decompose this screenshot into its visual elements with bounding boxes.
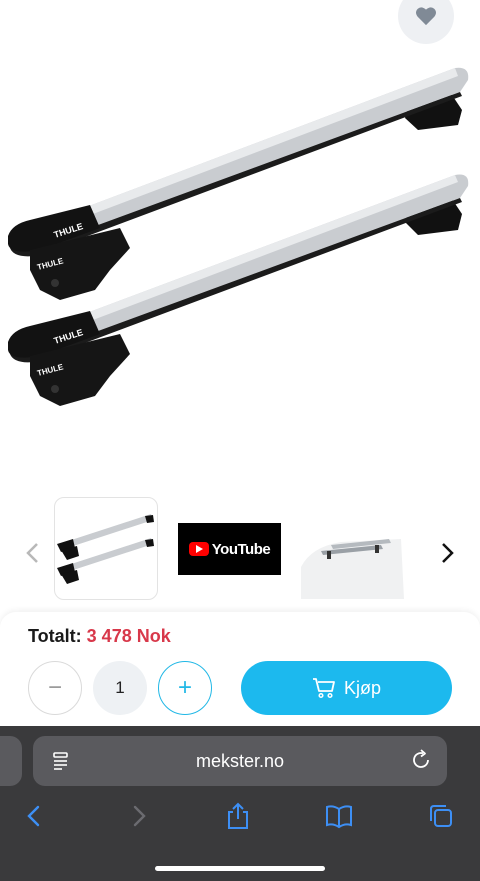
- thumbnail-roof-bars[interactable]: [54, 497, 158, 600]
- total-price: Totalt: 3 478 Nok: [28, 626, 171, 647]
- tabs-icon[interactable]: [426, 801, 456, 831]
- heart-icon: [416, 7, 436, 26]
- address-bar-url[interactable]: mekster.no: [33, 736, 447, 786]
- quantity-field[interactable]: 1: [93, 661, 147, 715]
- forward-icon[interactable]: [123, 801, 153, 831]
- total-value: 3 478 Nok: [86, 626, 171, 646]
- youtube-logo: YouTube: [188, 540, 271, 558]
- minus-icon: −: [47, 674, 62, 701]
- home-indicator: [155, 866, 325, 871]
- youtube-label: YouTube: [211, 540, 271, 558]
- reader-mode-icon[interactable]: [50, 749, 74, 773]
- buy-button[interactable]: Kjøp: [241, 661, 452, 715]
- total-label: Totalt:: [28, 626, 82, 646]
- previous-tab-preview[interactable]: [0, 736, 22, 786]
- play-icon: [188, 542, 209, 556]
- back-icon[interactable]: [20, 801, 50, 831]
- thumbnail-next-button[interactable]: [438, 537, 458, 569]
- product-image: THULE THULE THULE THULE: [0, 0, 480, 480]
- cart-icon: [312, 678, 335, 699]
- thumbnail-prev-button[interactable]: [22, 537, 42, 569]
- plus-icon: +: [177, 674, 192, 701]
- decrease-quantity-button[interactable]: −: [28, 661, 82, 715]
- thumbnail-car-roof[interactable]: [301, 507, 404, 599]
- thumbnail-youtube-video[interactable]: YouTube: [178, 523, 281, 575]
- increase-quantity-button[interactable]: +: [158, 661, 212, 715]
- quantity-value: 1: [115, 678, 125, 697]
- chevron-right-icon: [442, 543, 454, 563]
- buy-label: Kjøp: [343, 677, 381, 698]
- chevron-left-icon: [26, 543, 38, 563]
- reload-icon[interactable]: [409, 748, 433, 772]
- share-icon[interactable]: [223, 801, 253, 831]
- bookmarks-icon[interactable]: [324, 801, 354, 831]
